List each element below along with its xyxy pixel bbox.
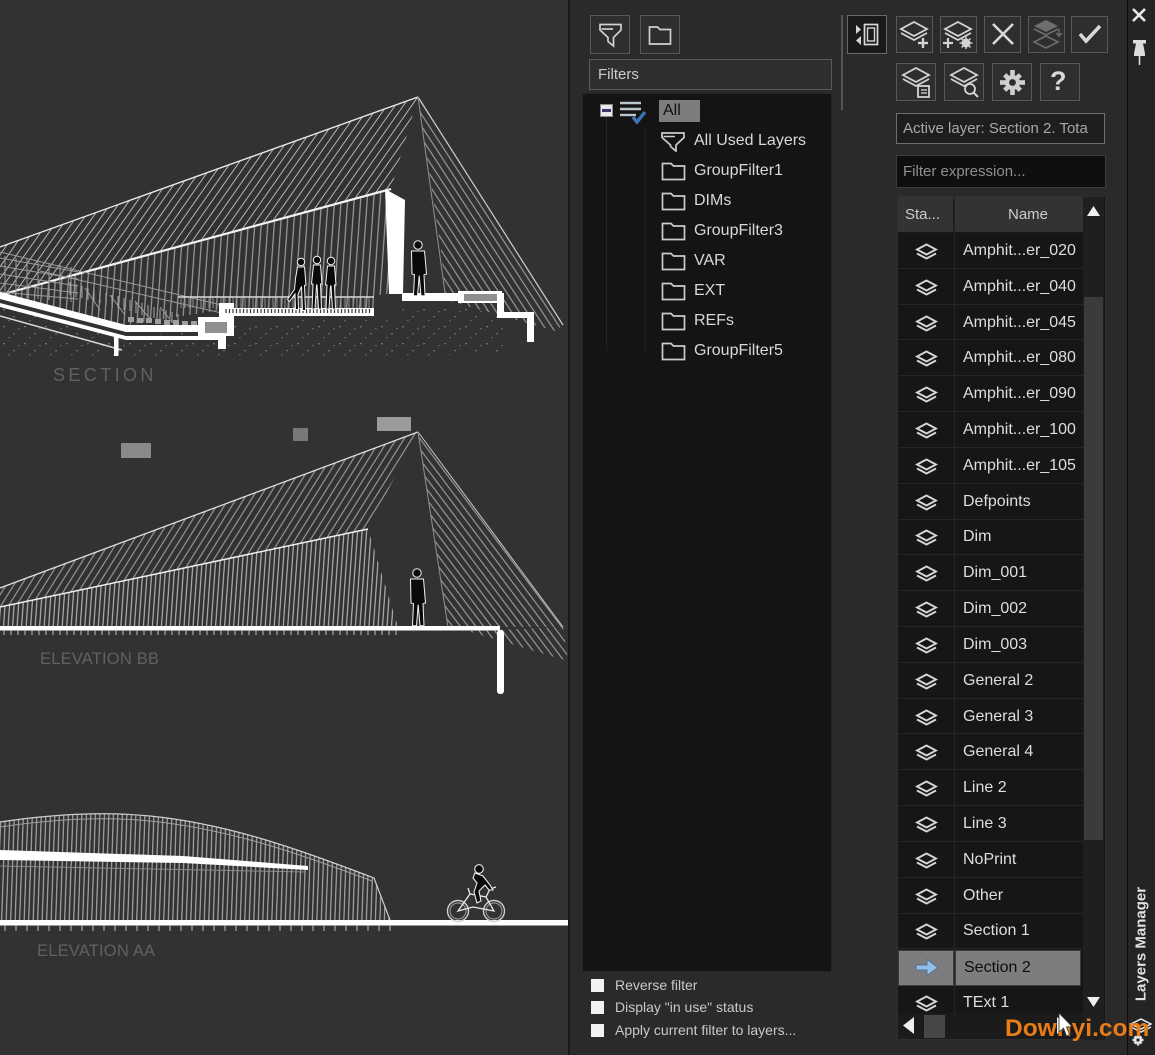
svg-text:SECTION: SECTION [53, 365, 157, 385]
svg-text:ELEVATION AA: ELEVATION AA [37, 942, 155, 960]
svg-text:ELEVATION BB: ELEVATION BB [40, 650, 159, 668]
